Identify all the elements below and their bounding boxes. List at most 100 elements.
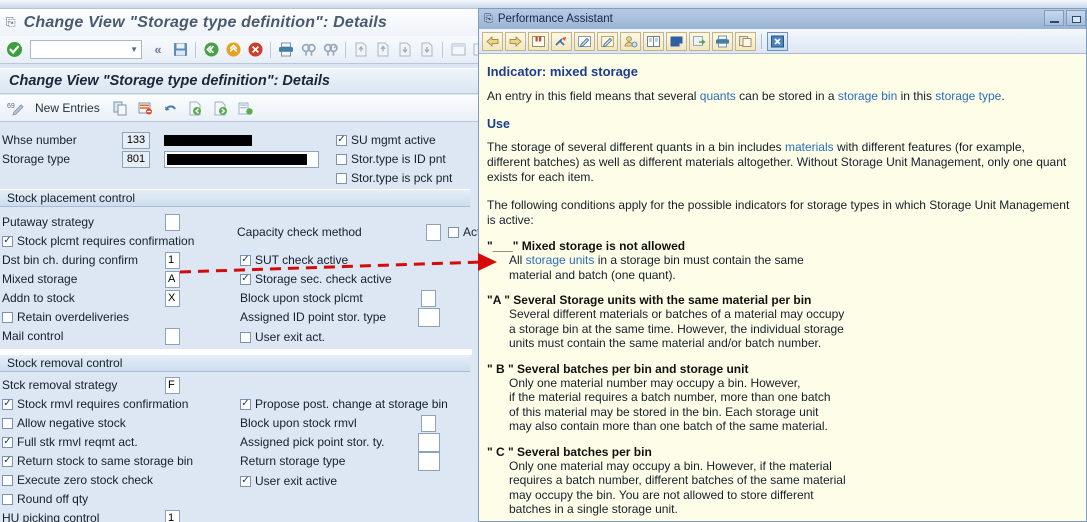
new-session-icon[interactable] bbox=[448, 40, 468, 60]
enter-check-icon[interactable] bbox=[4, 40, 24, 60]
label-whse-number: Whse number bbox=[2, 133, 77, 147]
checkbox-sut-check-active[interactable] bbox=[240, 254, 251, 266]
print-icon[interactable] bbox=[276, 40, 296, 60]
checkbox-su-mgmt-active[interactable] bbox=[336, 134, 347, 146]
edit-pencil-icon[interactable] bbox=[574, 31, 595, 51]
tools-icon[interactable] bbox=[551, 31, 572, 51]
help-link[interactable]: quants bbox=[700, 89, 736, 103]
copy-icon[interactable] bbox=[111, 98, 131, 118]
performance-assistant-title: Performance Assistant bbox=[497, 13, 613, 25]
checkbox-execute-zero-stock-check[interactable] bbox=[2, 474, 13, 486]
close-icon[interactable] bbox=[767, 31, 788, 51]
next-entry-icon[interactable] bbox=[211, 98, 231, 118]
back-arrow-icon[interactable] bbox=[482, 31, 503, 51]
checkbox-row-user-exit-active[interactable]: User exit active bbox=[240, 472, 337, 490]
checkbox-row-execute-zero-stock-check[interactable]: Execute zero stock check bbox=[2, 471, 153, 489]
checkbox-act-capacity[interactable] bbox=[448, 226, 459, 238]
back-icon[interactable] bbox=[201, 40, 221, 60]
checkbox-row-round-off-qty[interactable]: Round off qty bbox=[2, 490, 88, 508]
first-page-icon[interactable] bbox=[351, 40, 371, 60]
checkbox-user-exit-active[interactable] bbox=[240, 475, 251, 487]
help-text: if the material requires a batch number,… bbox=[509, 390, 831, 404]
save-icon[interactable] bbox=[170, 40, 190, 60]
checkbox-row-retain-overdeliveries[interactable]: Retain overdeliveries bbox=[2, 308, 129, 326]
input-assigned-id-point-stor-type[interactable] bbox=[418, 307, 440, 327]
label-sut-check-active: SUT check active bbox=[255, 253, 349, 267]
cancel-icon[interactable] bbox=[245, 40, 265, 60]
checkbox-row-propose-post-change[interactable]: Propose post. change at storage bin bbox=[240, 395, 448, 413]
checkbox-row-return-stock-same-bin[interactable]: Return stock to same storage bin bbox=[2, 452, 193, 470]
checkbox-propose-post-change[interactable] bbox=[240, 398, 251, 410]
input-stck-removal-strategy[interactable]: F bbox=[165, 376, 180, 394]
checkbox-stor-type-is-id-pnt[interactable] bbox=[336, 153, 347, 165]
forward-arrow-icon[interactable] bbox=[505, 31, 526, 51]
performance-assistant-titlebar[interactable]: ⎘ Performance Assistant bbox=[479, 9, 1086, 29]
find-next-icon[interactable] bbox=[320, 40, 340, 60]
help-link[interactable]: storage type bbox=[935, 89, 1001, 103]
new-entries-button[interactable]: New Entries bbox=[35, 101, 100, 115]
checkbox-stock-rmvl-confirmation[interactable] bbox=[2, 398, 13, 410]
checkbox-retain-overdeliveries[interactable] bbox=[2, 311, 13, 323]
label-stor-type-is-id-pnt: Stor.type is ID pnt bbox=[351, 152, 446, 166]
checkbox-allow-negative-stock[interactable] bbox=[2, 417, 13, 429]
next-page-icon[interactable] bbox=[395, 40, 415, 60]
checkbox-row-stor-type-is-pck-pnt[interactable]: Stor.type is pck pnt bbox=[336, 169, 452, 187]
input-addn-to-stock[interactable]: X bbox=[165, 289, 180, 307]
input-whse-number-key[interactable]: 133 bbox=[122, 131, 150, 149]
copy-icon[interactable] bbox=[735, 31, 756, 51]
export-icon[interactable] bbox=[689, 31, 710, 51]
checkbox-round-off-qty[interactable] bbox=[2, 493, 13, 505]
input-block-upon-stock-rmvl[interactable] bbox=[421, 414, 436, 432]
input-mixed-storage[interactable]: A bbox=[165, 270, 180, 288]
checkbox-storage-sec-check-active[interactable] bbox=[240, 273, 251, 285]
person-settings-icon[interactable] bbox=[620, 31, 641, 51]
help-link[interactable]: storage units bbox=[526, 253, 595, 267]
help-link[interactable]: materials bbox=[785, 140, 834, 154]
collapse-icon[interactable]: « bbox=[148, 40, 168, 60]
input-mail-control[interactable] bbox=[165, 327, 180, 345]
checkbox-row-stock-plcmt-confirmation[interactable]: Stock plcmt requires confirmation bbox=[2, 232, 194, 250]
input-hu-picking-control[interactable]: 1 bbox=[165, 509, 180, 522]
input-capacity-check-method[interactable] bbox=[426, 223, 441, 241]
checkbox-row-sut-check-active[interactable]: SUT check active bbox=[240, 251, 348, 269]
delete-icon[interactable] bbox=[136, 98, 156, 118]
input-block-upon-stock-plcmt[interactable] bbox=[421, 289, 436, 307]
checkbox-stock-plcmt-confirmation[interactable] bbox=[2, 235, 13, 247]
input-putaway-strategy[interactable] bbox=[165, 213, 180, 231]
undo-icon[interactable] bbox=[161, 98, 181, 118]
select-layout-icon[interactable] bbox=[236, 98, 256, 118]
help-link[interactable]: storage bin bbox=[838, 89, 897, 103]
checkbox-row-storage-sec-check-active[interactable]: Storage sec. check active bbox=[240, 270, 392, 288]
checkbox-stor-type-is-pck-pnt[interactable] bbox=[336, 172, 347, 184]
note-icon[interactable] bbox=[666, 31, 687, 51]
checkbox-row-stock-rmvl-confirmation[interactable]: Stock rmvl requires confirmation bbox=[2, 395, 188, 413]
input-storage-type-description[interactable] bbox=[164, 150, 319, 168]
book-icon[interactable] bbox=[528, 31, 549, 51]
checkbox-row-user-exit-act[interactable]: User exit act. bbox=[240, 328, 325, 346]
checkbox-full-stk-rmvl-reqmt[interactable] bbox=[2, 436, 13, 448]
previous-page-icon[interactable] bbox=[373, 40, 393, 60]
annotate-pencil-icon[interactable] bbox=[597, 31, 618, 51]
input-return-storage-type[interactable] bbox=[418, 451, 440, 471]
checkbox-row-full-stk-rmvl-reqmt[interactable]: Full stk rmvl reqmt act. bbox=[2, 433, 138, 451]
minimize-button[interactable] bbox=[1044, 10, 1064, 26]
checkbox-user-exit-act[interactable] bbox=[240, 331, 251, 343]
checkbox-return-stock-same-bin[interactable] bbox=[2, 455, 13, 467]
input-dst-bin-ch[interactable]: 1 bbox=[165, 251, 180, 269]
last-page-icon[interactable] bbox=[417, 40, 437, 60]
find-icon[interactable] bbox=[298, 40, 318, 60]
checkbox-row-su-mgmt-active[interactable]: SU mgmt active bbox=[336, 131, 436, 149]
display-change-icon[interactable]: 69 bbox=[6, 98, 26, 118]
label-propose-post-change: Propose post. change at storage bin bbox=[255, 397, 448, 411]
checkbox-row-stor-type-is-id-pnt[interactable]: Stor.type is ID pnt bbox=[336, 150, 446, 168]
command-field[interactable]: ▼ bbox=[30, 40, 142, 59]
exit-icon[interactable] bbox=[223, 40, 243, 60]
checkbox-row-allow-negative-stock[interactable]: Allow negative stock bbox=[2, 414, 126, 432]
input-storage-type-key[interactable]: 801 bbox=[122, 150, 150, 168]
performance-assistant-toolbar[interactable] bbox=[479, 29, 1086, 54]
open-book-icon[interactable] bbox=[643, 31, 664, 51]
maximize-button[interactable] bbox=[1066, 10, 1086, 26]
print-icon[interactable] bbox=[712, 31, 733, 51]
previous-entry-icon[interactable] bbox=[186, 98, 206, 118]
input-assigned-pick-point[interactable] bbox=[418, 432, 440, 452]
